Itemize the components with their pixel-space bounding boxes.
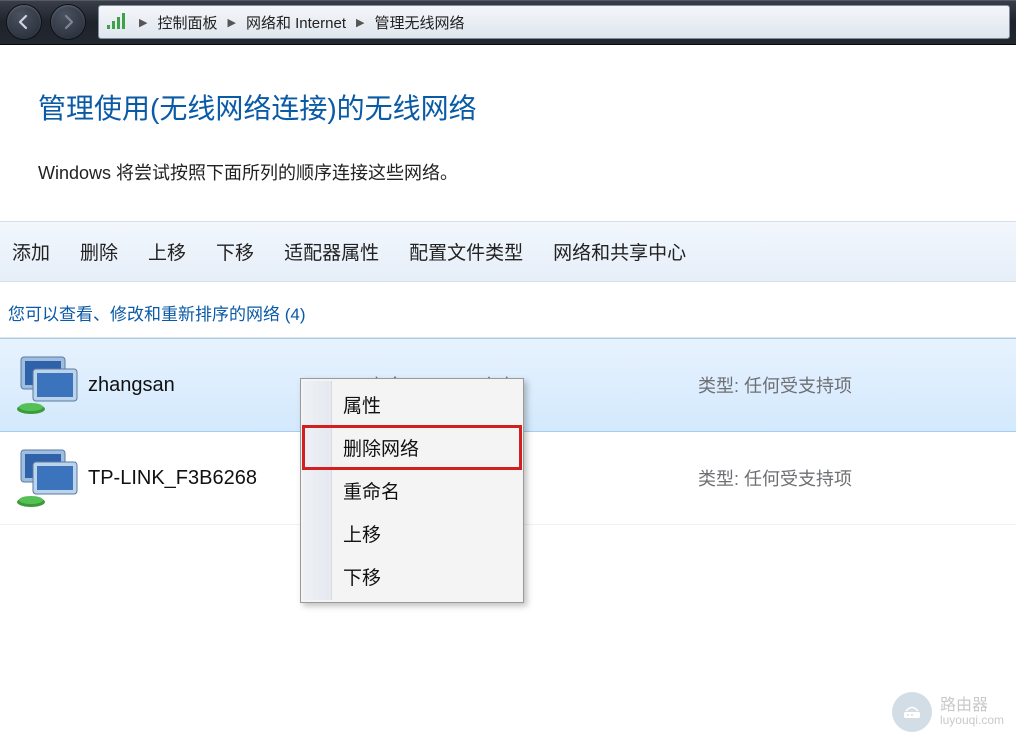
chevron-right-icon: ▶ xyxy=(221,16,241,29)
arrow-left-icon xyxy=(16,14,32,30)
type-value: 任何受支持项 xyxy=(744,376,852,396)
network-type: 类型: 任何受支持项 xyxy=(698,465,1016,491)
nav-buttons xyxy=(0,0,92,44)
breadcrumb-network-internet[interactable]: 网络和 Internet xyxy=(242,6,350,38)
toolbar-add[interactable]: 添加 xyxy=(10,236,52,267)
toolbar-move-down[interactable]: 下移 xyxy=(214,236,256,267)
toolbar-network-center[interactable]: 网络和共享中心 xyxy=(551,236,688,267)
menu-item-properties[interactable]: 属性 xyxy=(303,383,521,426)
title-nav-bar: ▶ 控制面板 ▶ 网络和 Internet ▶ 管理无线网络 xyxy=(0,0,1016,45)
toolbar-move-up[interactable]: 上移 xyxy=(146,236,188,267)
chevron-right-icon: ▶ xyxy=(133,16,153,29)
network-list: zhangsan 安全: WPA2 - 个人 类型: 任何受支持项 属性 删除网… xyxy=(0,338,1016,525)
section-label: 您可以查看、修改和重新排序的网络 (4) xyxy=(0,282,1016,338)
page-subtitle: Windows 将尝试按照下面所列的顺序连接这些网络。 xyxy=(0,137,1016,221)
menu-item-move-down[interactable]: 下移 xyxy=(303,555,521,598)
menu-item-delete-network[interactable]: 删除网络 xyxy=(303,426,521,469)
toolbar-adapter-properties[interactable]: 适配器属性 xyxy=(282,236,381,267)
watermark: 路由器 luyouqi.com xyxy=(892,692,1004,732)
section-label-text: 您可以查看、修改和重新排序的网络 xyxy=(8,305,280,324)
network-type: 类型: 任何受支持项 xyxy=(698,372,1016,398)
back-button[interactable] xyxy=(6,4,42,40)
content-area: 管理使用(无线网络连接)的无线网络 Windows 将尝试按照下面所列的顺序连接… xyxy=(0,45,1016,525)
type-value: 任何受支持项 xyxy=(744,469,852,489)
toolbar-delete[interactable]: 删除 xyxy=(78,236,120,267)
menu-item-rename[interactable]: 重命名 xyxy=(303,469,521,512)
type-prefix: 类型: xyxy=(698,376,739,396)
signal-bars-icon xyxy=(105,11,127,33)
chevron-right-icon: ▶ xyxy=(350,16,370,29)
arrow-right-icon xyxy=(60,14,76,30)
page-title: 管理使用(无线网络连接)的无线网络 xyxy=(0,65,1016,137)
context-menu: 属性 删除网络 重命名 上移 下移 xyxy=(300,378,524,603)
toolbar-profile-types[interactable]: 配置文件类型 xyxy=(407,236,525,267)
section-count: 4 xyxy=(290,305,299,324)
toolbar: 添加 删除 上移 下移 适配器属性 配置文件类型 网络和共享中心 xyxy=(0,221,1016,282)
type-prefix: 类型: xyxy=(698,469,739,489)
menu-item-move-up[interactable]: 上移 xyxy=(303,512,521,555)
breadcrumb-control-panel[interactable]: 控制面板 xyxy=(153,6,221,38)
network-monitor-icon xyxy=(6,353,88,417)
router-icon xyxy=(892,692,932,732)
address-bar[interactable]: ▶ 控制面板 ▶ 网络和 Internet ▶ 管理无线网络 xyxy=(98,5,1010,39)
watermark-line1: 路由器 xyxy=(940,697,1004,715)
network-monitor-icon xyxy=(6,446,88,510)
watermark-line2: luyouqi.com xyxy=(940,714,1004,727)
breadcrumb-manage-wireless[interactable]: 管理无线网络 xyxy=(370,6,468,38)
forward-button[interactable] xyxy=(50,4,86,40)
